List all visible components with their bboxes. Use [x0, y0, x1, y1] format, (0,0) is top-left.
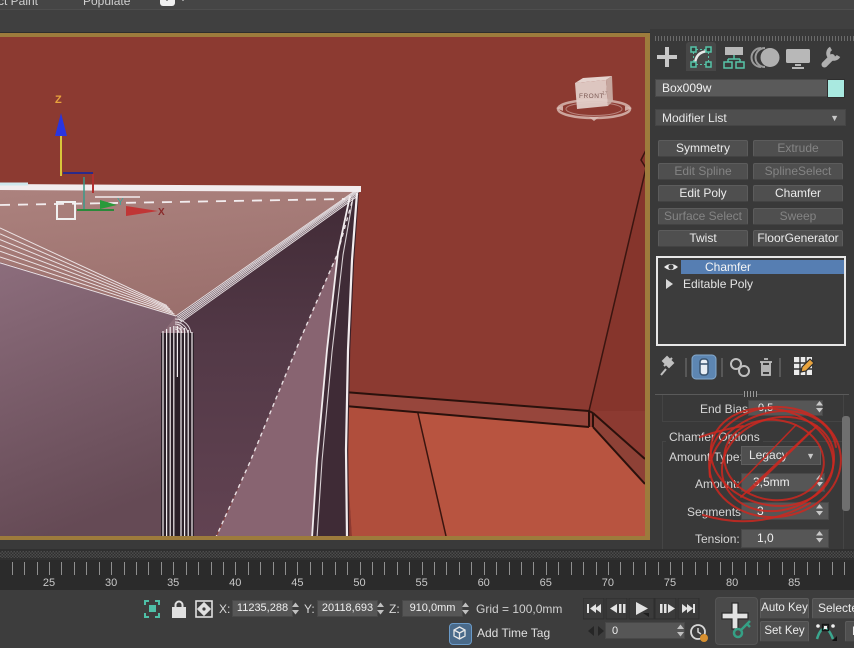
- svg-text:Z: Z: [55, 94, 62, 106]
- svg-text:FRONT: FRONT: [579, 93, 604, 100]
- svg-text:17: 17: [602, 91, 608, 97]
- svg-text:X: X: [158, 207, 165, 218]
- svg-text:Y: Y: [117, 197, 124, 208]
